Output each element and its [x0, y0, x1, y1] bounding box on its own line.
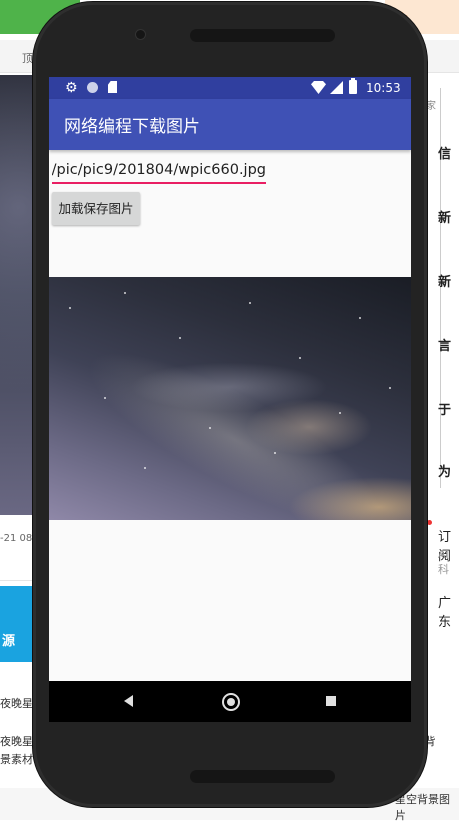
article-text: 夜晚星	[0, 697, 33, 710]
star	[104, 397, 106, 399]
article-text: 夜晚星	[0, 735, 33, 748]
sidebar-caption: AI科	[438, 548, 449, 576]
status-bar: ⚙ 10:53	[49, 77, 411, 99]
sidebar-link[interactable]: 为	[438, 461, 451, 480]
related-link[interactable]: 星空背景图片	[395, 791, 459, 823]
star	[179, 337, 181, 339]
bottom-speaker	[190, 770, 335, 783]
milky-way-band	[67, 322, 402, 520]
download-source-label: 源	[2, 634, 16, 649]
wifi-icon	[311, 81, 326, 94]
star	[299, 357, 301, 359]
app-title: 网络编程下载图片	[64, 117, 200, 137]
sidebar-link[interactable]: 信	[438, 143, 451, 162]
star	[209, 427, 211, 429]
sidebar-link[interactable]: 于	[438, 399, 451, 418]
sidebar-link[interactable]: 言	[438, 335, 451, 354]
status-time: 10:53	[366, 81, 401, 95]
battery-icon	[349, 78, 357, 94]
site-nav-fragment[interactable]: 顶	[22, 50, 33, 66]
star	[124, 292, 126, 294]
star	[144, 467, 146, 469]
recent-apps-icon[interactable]	[326, 696, 336, 706]
star	[274, 452, 276, 454]
sidebar-link[interactable]: 新	[438, 207, 451, 226]
star	[359, 317, 361, 319]
sidebar-fragment: 家	[426, 101, 436, 112]
sidebar-link[interactable]: 新	[438, 271, 451, 290]
article-text: 景素材	[0, 753, 33, 766]
back-icon[interactable]	[124, 695, 133, 707]
star	[249, 302, 251, 304]
sidebar-link[interactable]: 广东	[438, 592, 459, 630]
star	[389, 387, 391, 389]
sd-card-icon	[108, 81, 117, 93]
image-url-input[interactable]	[52, 158, 266, 184]
cell-signal-icon	[330, 81, 343, 94]
downloaded-image-view	[49, 277, 411, 520]
notification-dot	[427, 520, 432, 525]
star	[69, 307, 71, 309]
app-toolbar: 网络编程下载图片	[49, 99, 411, 150]
star	[339, 412, 341, 414]
android-nav-bar	[49, 681, 411, 722]
phone-screen: ⚙ 10:53 网络编程下载图片 加载保存图片	[49, 77, 411, 722]
settings-gear-icon: ⚙	[65, 80, 78, 96]
sync-circle-icon	[87, 82, 98, 93]
load-save-image-button[interactable]: 加载保存图片	[52, 192, 140, 225]
earpiece-speaker	[190, 29, 335, 42]
home-icon[interactable]	[222, 693, 240, 711]
front-camera	[136, 30, 145, 39]
post-date: -21 08	[0, 533, 33, 544]
